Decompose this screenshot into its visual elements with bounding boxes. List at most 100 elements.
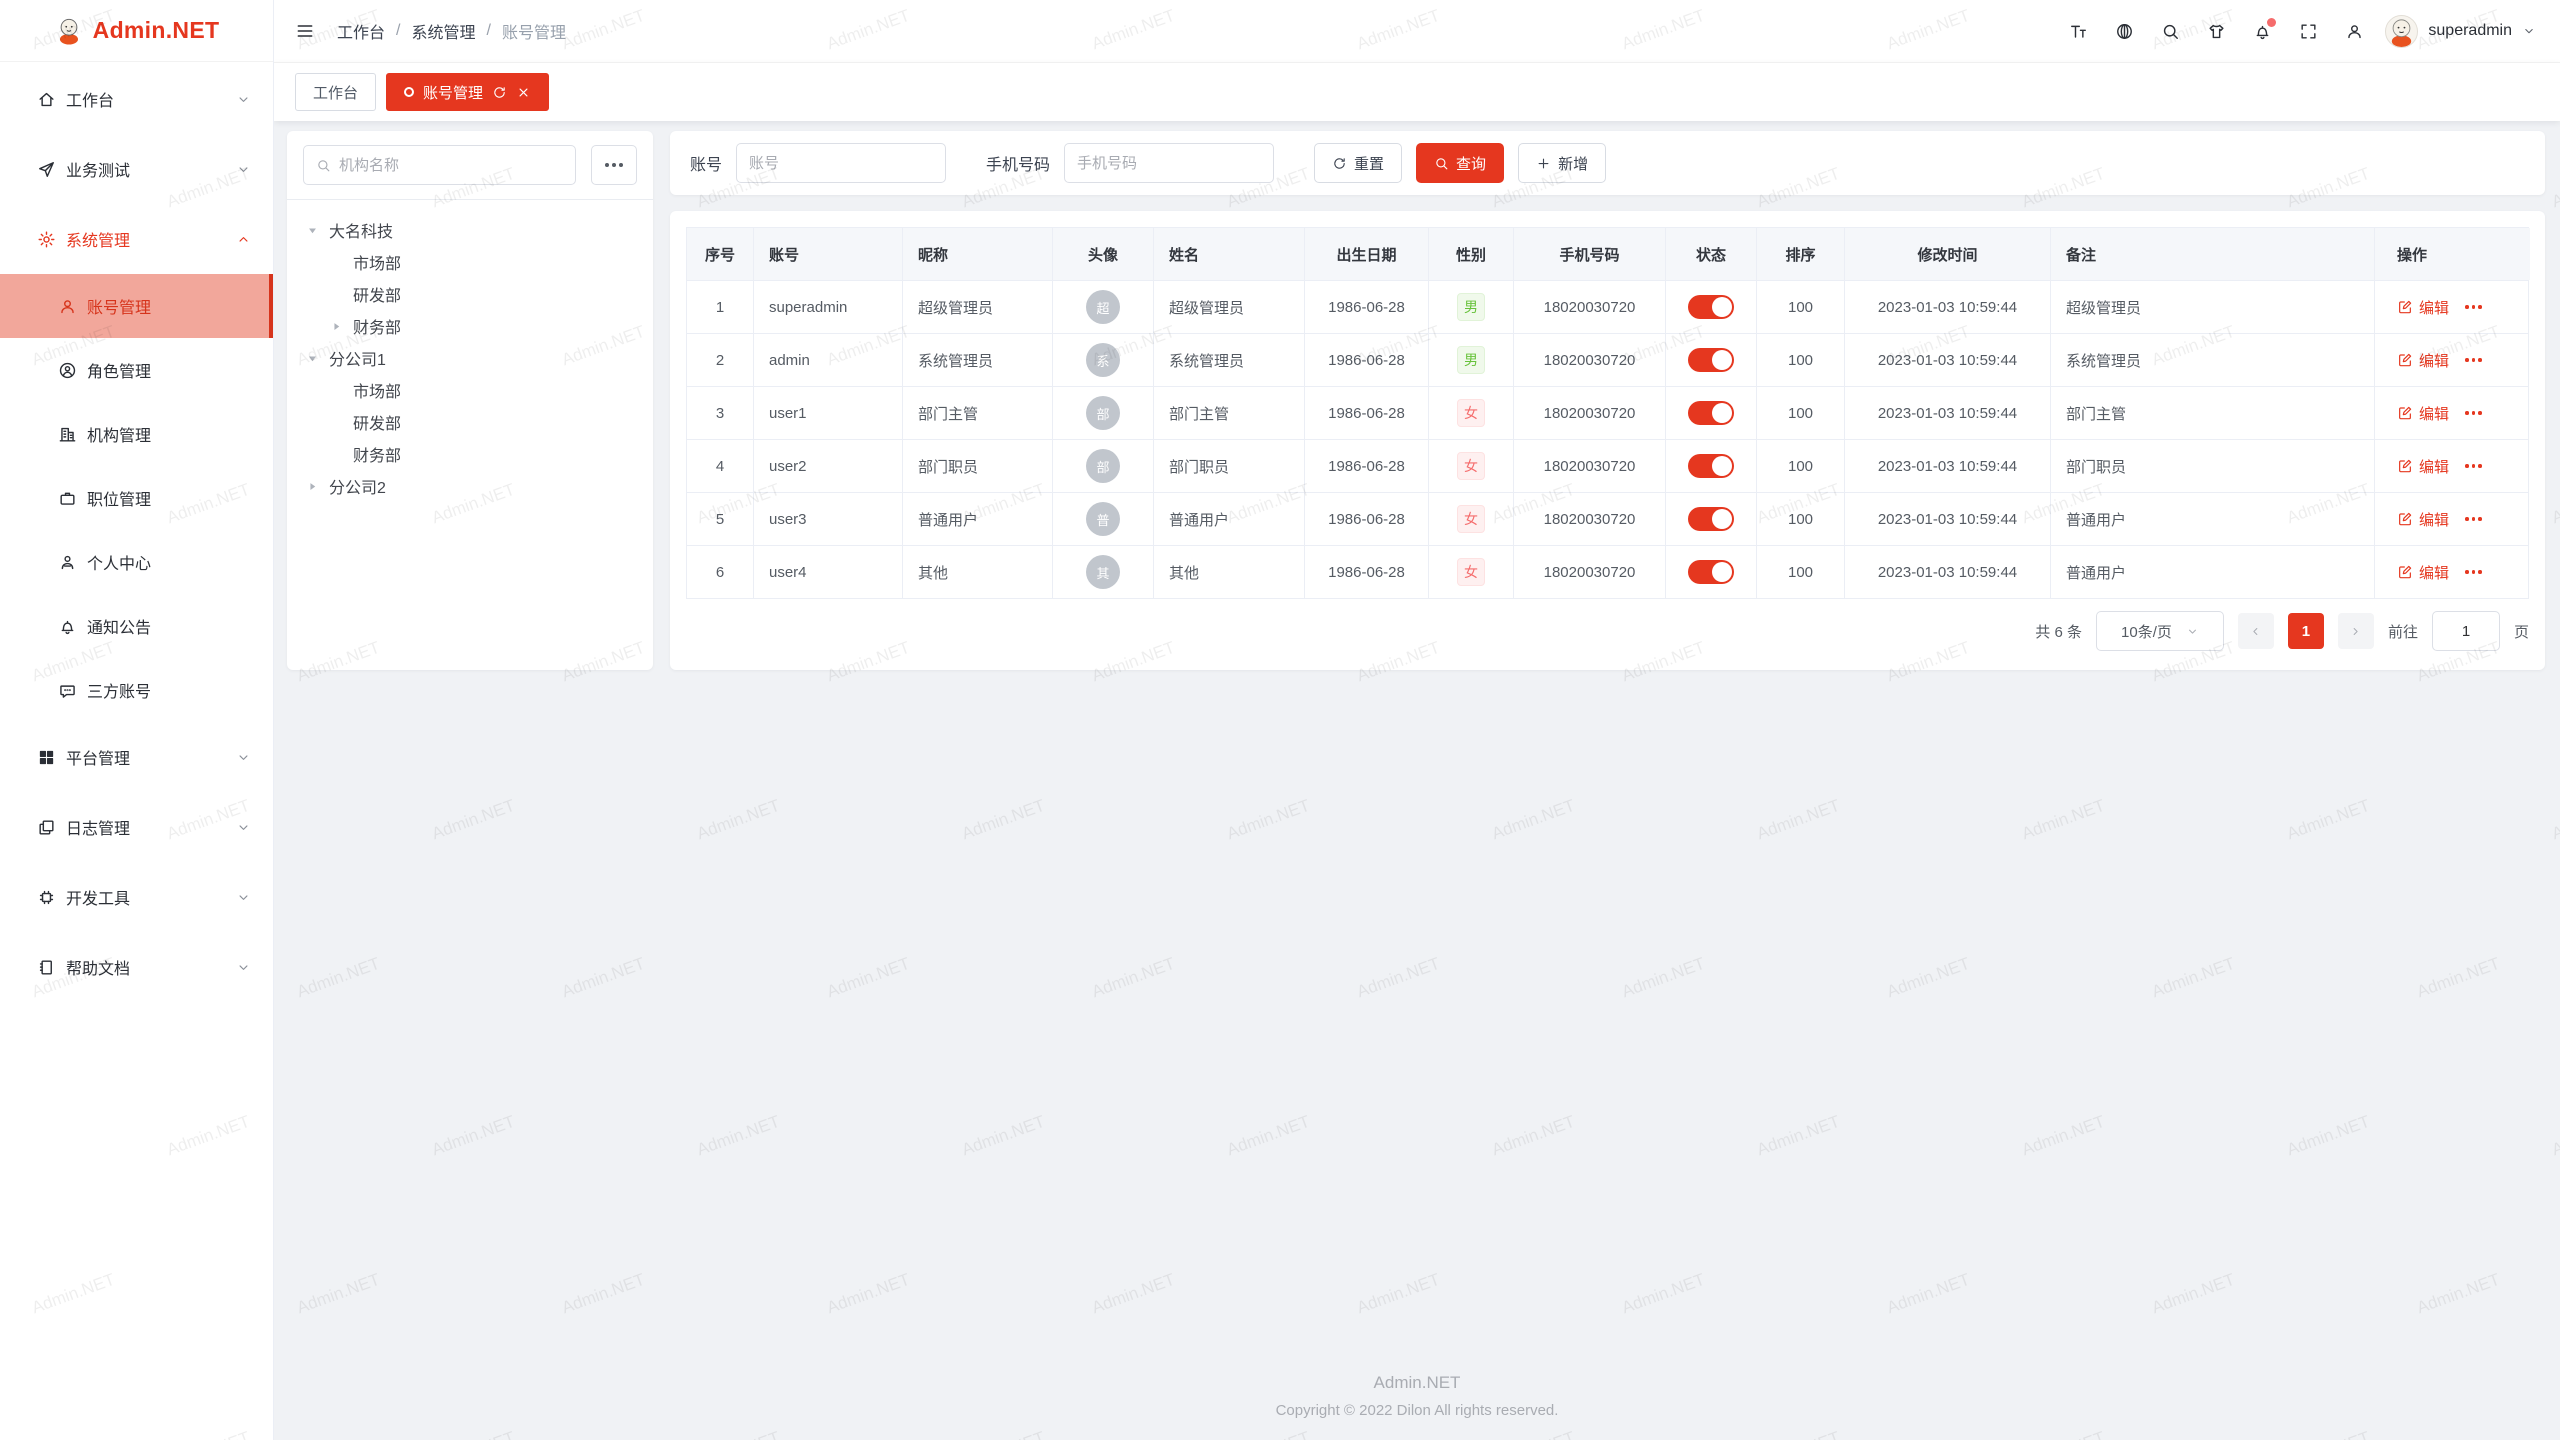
menu-fold-icon[interactable] <box>295 21 315 41</box>
chevron-down-icon <box>236 890 251 905</box>
caret-down-icon[interactable] <box>307 351 329 365</box>
theme-icon[interactable] <box>2207 22 2226 41</box>
row-more-button[interactable] <box>2465 305 2482 309</box>
tree-node[interactable]: 大名科技 <box>303 214 637 246</box>
sidebar-item-org-management[interactable]: 机构管理 <box>0 402 273 466</box>
caret-right-icon[interactable] <box>307 479 329 493</box>
notification-badge <box>2267 18 2276 27</box>
sidebar-item-role-management[interactable]: 角色管理 <box>0 338 273 402</box>
status-toggle[interactable] <box>1688 348 1734 372</box>
gender-badge: 女 <box>1457 505 1485 533</box>
gender-badge: 男 <box>1457 293 1485 321</box>
sidebar-item-business-test[interactable]: 业务测试 <box>0 134 273 204</box>
breadcrumb-item-current: 账号管理 <box>502 19 566 43</box>
row-more-button[interactable] <box>2465 570 2482 574</box>
status-toggle[interactable] <box>1688 295 1734 319</box>
tree-node[interactable]: 财务部 <box>303 438 637 470</box>
person-icon <box>58 553 77 572</box>
logs-icon <box>37 818 56 837</box>
status-toggle[interactable] <box>1688 401 1734 425</box>
reset-button[interactable]: 重置 <box>1314 143 1402 183</box>
sidebar-item-position-management[interactable]: 职位管理 <box>0 466 273 530</box>
breadcrumb-item[interactable]: 系统管理 <box>411 19 475 43</box>
chevron-down-icon <box>2522 24 2536 38</box>
close-icon[interactable] <box>516 85 531 100</box>
next-page-button[interactable] <box>2338 613 2374 649</box>
account-filter-input[interactable] <box>736 143 946 183</box>
tree-node[interactable]: 市场部 <box>303 246 637 278</box>
tree-node[interactable]: 研发部 <box>303 406 637 438</box>
sidebar-item-system-management[interactable]: 系统管理 <box>0 204 273 274</box>
edit-icon <box>2397 564 2413 580</box>
avatar: 普 <box>1086 502 1120 536</box>
tree-node[interactable]: 分公司2 <box>303 470 637 502</box>
tab-bar: 工作台 账号管理 <box>274 62 2560 121</box>
send-icon <box>37 160 56 179</box>
sidebar-menu: 工作台 业务测试 系统管理 账号管理 角色管理 机构管理 职位管理 <box>0 62 273 1002</box>
username: superadmin <box>2428 22 2512 40</box>
tab-workbench[interactable]: 工作台 <box>295 73 376 111</box>
tree-node[interactable]: 财务部 <box>303 310 637 342</box>
sidebar-item-dev-tools[interactable]: 开发工具 <box>0 862 273 932</box>
page-size-select[interactable]: 10条/页 <box>2096 611 2224 651</box>
caret-down-icon[interactable] <box>307 223 329 237</box>
user-dropdown[interactable]: superadmin <box>2385 15 2536 48</box>
edit-button[interactable]: 编辑 <box>2397 297 2449 318</box>
book-icon <box>37 958 56 977</box>
add-button[interactable]: 新增 <box>1518 143 1606 183</box>
row-more-button[interactable] <box>2465 358 2482 362</box>
tree-node[interactable]: 研发部 <box>303 278 637 310</box>
page-number-button[interactable]: 1 <box>2288 613 2324 649</box>
edit-button[interactable]: 编辑 <box>2397 403 2449 424</box>
breadcrumb-item[interactable]: 工作台 <box>337 19 385 43</box>
gear-icon <box>37 230 56 249</box>
sidebar-item-log-management[interactable]: 日志管理 <box>0 792 273 862</box>
more-options-button[interactable] <box>591 145 637 185</box>
prev-page-button[interactable] <box>2238 613 2274 649</box>
chevron-down-icon <box>236 820 251 835</box>
content-area: 大名科技 市场部 研发部 财务部 分公司1 <box>274 121 2560 1440</box>
sidebar-item-workbench[interactable]: 工作台 <box>0 64 273 134</box>
sidebar-item-account-management[interactable]: 账号管理 <box>0 274 273 338</box>
edit-button[interactable]: 编辑 <box>2397 509 2449 530</box>
footer-app-name: Admin.NET <box>274 1373 2560 1393</box>
goto-label: 前往 <box>2388 621 2418 642</box>
sidebar-item-personal-center[interactable]: 个人中心 <box>0 530 273 594</box>
row-more-button[interactable] <box>2465 411 2482 415</box>
building-icon <box>58 425 77 444</box>
edit-button[interactable]: 编辑 <box>2397 350 2449 371</box>
avatar: 部 <box>1086 449 1120 483</box>
tab-account-management[interactable]: 账号管理 <box>386 73 549 111</box>
edit-icon <box>2397 405 2413 421</box>
phone-filter-input[interactable] <box>1064 143 1274 183</box>
profile-icon[interactable] <box>2345 22 2364 41</box>
sidebar-item-third-party-account[interactable]: 三方账号 <box>0 658 273 722</box>
table-row: 5 user3 普通用户 普 普通用户 1986-06-28 女 1802003… <box>687 493 2528 546</box>
status-toggle[interactable] <box>1688 507 1734 531</box>
row-more-button[interactable] <box>2465 517 2482 521</box>
tree-node[interactable]: 分公司1 <box>303 342 637 374</box>
language-icon[interactable] <box>2115 22 2134 41</box>
status-toggle[interactable] <box>1688 560 1734 584</box>
phone-filter-label: 手机号码 <box>986 151 1050 175</box>
sidebar-item-help-docs[interactable]: 帮助文档 <box>0 932 273 1002</box>
edit-button[interactable]: 编辑 <box>2397 562 2449 583</box>
sidebar-item-platform-management[interactable]: 平台管理 <box>0 722 273 792</box>
edit-button[interactable]: 编辑 <box>2397 456 2449 477</box>
app-logo[interactable]: Admin.NET <box>0 0 273 62</box>
search-button[interactable]: 查询 <box>1416 143 1504 183</box>
breadcrumb-separator: / <box>486 22 490 40</box>
sidebar-item-notice-announcement[interactable]: 通知公告 <box>0 594 273 658</box>
tree-node[interactable]: 市场部 <box>303 374 637 406</box>
notification-icon[interactable] <box>2253 22 2272 41</box>
caret-right-icon[interactable] <box>331 319 353 333</box>
row-more-button[interactable] <box>2465 464 2482 468</box>
refresh-icon[interactable] <box>492 85 507 100</box>
search-icon[interactable] <box>2161 22 2180 41</box>
fullscreen-icon[interactable] <box>2299 22 2318 41</box>
status-toggle[interactable] <box>1688 454 1734 478</box>
goto-page-input[interactable] <box>2432 611 2500 651</box>
font-size-icon[interactable] <box>2069 22 2088 41</box>
user-icon <box>58 297 77 316</box>
org-search-input[interactable] <box>339 157 563 174</box>
